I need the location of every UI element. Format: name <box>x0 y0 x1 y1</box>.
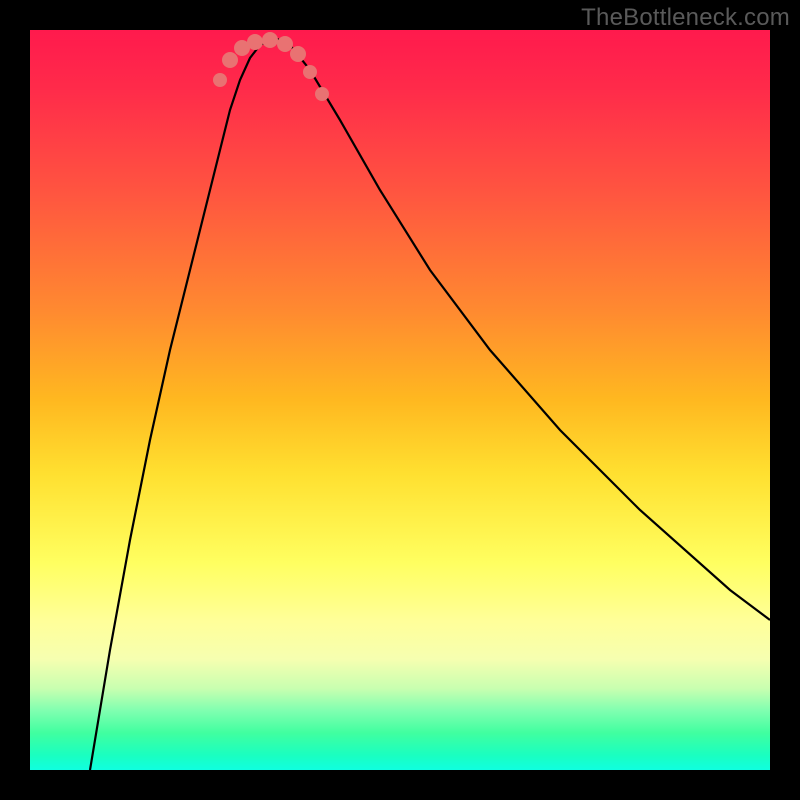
watermark-text: TheBottleneck.com <box>581 4 790 32</box>
curve-marker <box>213 73 227 87</box>
curve-svg <box>30 30 770 770</box>
curve-marker <box>262 32 278 48</box>
curve-marker <box>222 52 238 68</box>
bottleneck-curve <box>90 38 770 770</box>
curve-marker <box>303 65 317 79</box>
curve-marker <box>247 34 263 50</box>
curve-marker <box>315 87 329 101</box>
curve-markers <box>213 32 329 101</box>
chart-plot-area <box>30 30 770 770</box>
curve-marker <box>277 36 293 52</box>
curve-marker <box>290 46 306 62</box>
